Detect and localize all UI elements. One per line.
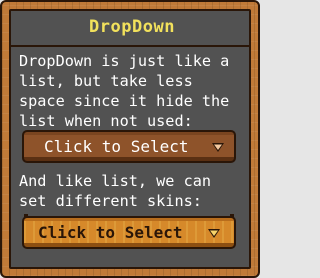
dropdown-orange[interactable]: Click to Select (22, 214, 236, 249)
panel-title: DropDown (89, 17, 175, 37)
chevron-down-icon (212, 143, 224, 152)
chevron-down-icon (208, 229, 220, 238)
title-divider (11, 45, 249, 47)
dropdown-brown-label: Click to Select (44, 137, 189, 156)
description-text: DropDown is just like a list, but take l… (19, 52, 230, 130)
dropdown-demo-panel-frame: DropDown DropDown is just like a list, b… (0, 0, 260, 278)
dropdown-brown[interactable]: Click to Select (22, 130, 236, 163)
skins-text: And like list, we can set different skin… (19, 172, 212, 210)
dropdown-orange-label: Click to Select (38, 223, 183, 242)
dropdown-demo-panel: DropDown DropDown is just like a list, b… (9, 9, 251, 269)
